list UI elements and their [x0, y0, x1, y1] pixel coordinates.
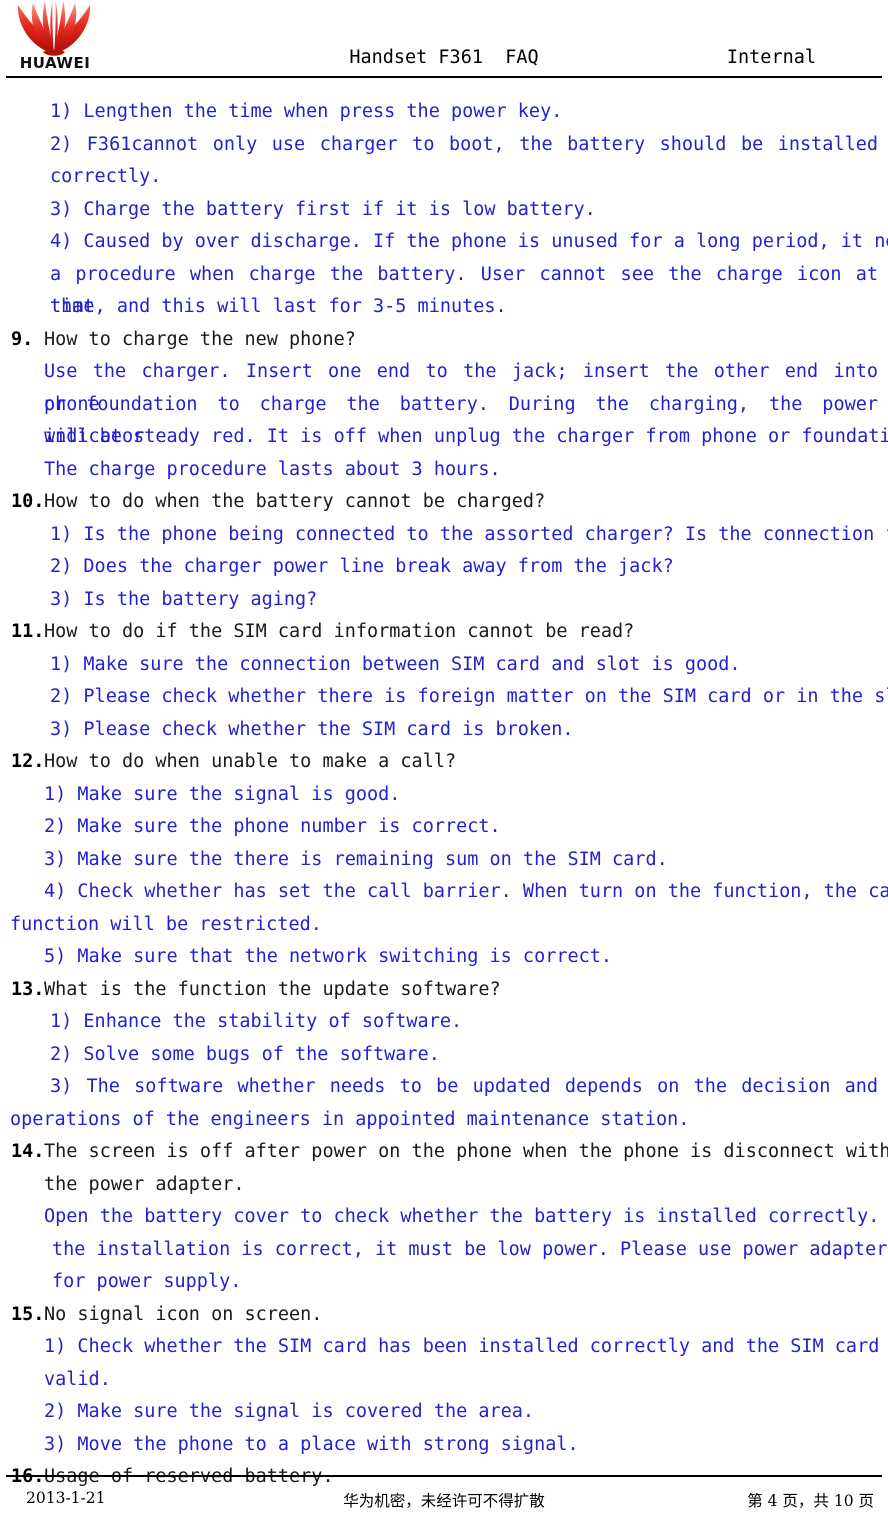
page-footer: 2013-1-21 华为机密，未经许可不得扩散 第 4 页，共 10 页	[0, 1475, 888, 1529]
continuation-line: time, and this will last for 3-5 minutes…	[50, 296, 507, 317]
faq-answer-line: 2) Please check whether there is foreign…	[50, 686, 888, 707]
faq-answer-line: 3) Is the battery aging?	[50, 588, 318, 610]
continuation-line: 4) Caused by over discharge. If the phon…	[50, 231, 888, 252]
page-header: HUAWEI Handset F361 FAQ Internal	[0, 0, 888, 82]
faq-item-10: 10.How to do when the battery cannot be …	[0, 486, 888, 519]
footer-divider	[6, 1475, 882, 1477]
faq-answer-line: 2) Make sure the phone number is correct…	[44, 816, 501, 837]
faq-item-number: 15.	[11, 1303, 45, 1325]
faq-item-question: How to do when the battery cannot be cha…	[44, 491, 546, 512]
continuation-line: 1) Lengthen the time when press the powe…	[50, 101, 563, 122]
faq-answer-line: Use the charger. Insert one end to the j…	[44, 361, 878, 415]
faq-item-11: 11.How to do if the SIM card information…	[0, 616, 888, 649]
faq-answer-line: or foundation to charge the battery. Dur…	[44, 393, 878, 448]
continuation-line: a procedure when charge the battery. Use…	[50, 263, 878, 318]
faq-item-9: 9. How to charge the new phone?	[0, 324, 888, 357]
faq-answer-line: the installation is correct, it must be …	[52, 1238, 888, 1260]
faq-answer-line: 2) Make sure the signal is covered the a…	[44, 1401, 535, 1422]
faq-item-question: How to do when unable to make a call?	[44, 751, 457, 772]
faq-item-number: 11.	[11, 621, 45, 642]
faq-item-number: 13.	[11, 978, 45, 1000]
faq-answer-line: 1) Make sure the signal is good.	[44, 783, 401, 805]
faq-answer-line: 1) Is the phone being connected to the a…	[50, 523, 888, 545]
document-body: 1) Lengthen the time when press the powe…	[0, 96, 888, 1494]
faq-answer-line: 3) The software whether needs to be upda…	[50, 1076, 878, 1097]
faq-answer-line: operations of the engineers in appointed…	[10, 1108, 690, 1130]
faq-item-question: No signal icon on screen.	[44, 1303, 323, 1325]
faq-answer-line: valid.	[44, 1368, 111, 1390]
faq-answer-line: 2) Solve some bugs of the software.	[50, 1043, 440, 1065]
continuation-line: 2) F361cannot only use charger to boot, …	[50, 133, 878, 155]
faq-answer-line: The charge procedure lasts about 3 hours…	[44, 458, 501, 480]
faq-answer-line: 2) Does the charger power line break awa…	[50, 556, 674, 577]
faq-item-number: 9.	[11, 328, 34, 350]
faq-answer-line: for power supply.	[52, 1271, 242, 1292]
faq-answer-line: 3) Please check whether the SIM card is …	[50, 718, 574, 740]
faq-item-question: The screen is off after power on the pho…	[44, 1141, 888, 1162]
faq-item-number: 14.	[11, 1141, 45, 1162]
faq-item-question: What is the function the update software…	[44, 978, 501, 1000]
continuation-line: correctly.	[50, 166, 162, 187]
continuation-line: 3) Charge the battery first if it is low…	[50, 198, 596, 220]
faq-item-13: 13.What is the function the update softw…	[0, 974, 888, 1007]
faq-answer-line: 4) Check whether has set the call barrie…	[44, 881, 888, 902]
header-classification: Internal	[726, 47, 816, 68]
faq-item-question: How to charge the new phone?	[44, 328, 356, 350]
faq-answer-line: will be steady red. It is off when unplu…	[44, 426, 888, 447]
faq-item-question: How to do if the SIM card information ca…	[44, 621, 635, 642]
faq-answer-line: 1) Make sure the connection between SIM …	[50, 653, 741, 675]
faq-answer-line: 5) Make sure that the network switching …	[44, 946, 613, 967]
header-divider	[6, 76, 882, 78]
faq-answer-line: 1) Check whether the SIM card has been i…	[44, 1336, 888, 1357]
faq-item-15: 15.No signal icon on screen.	[0, 1299, 888, 1332]
faq-answer-line: 1) Enhance the stability of software.	[50, 1011, 463, 1032]
faq-item-number: 12.	[11, 751, 45, 772]
footer-page-number: 第 4 页，共 10 页	[747, 1492, 874, 1510]
faq-answer-line: 3) Move the phone to a place with strong…	[44, 1433, 579, 1455]
faq-item-12: 12.How to do when unable to make a call?	[0, 746, 888, 779]
faq-item-number: 10.	[11, 491, 45, 512]
faq-answer-line: Open the battery cover to check whether …	[44, 1206, 888, 1227]
faq-item-14: 14.The screen is off after power on the …	[0, 1136, 888, 1169]
faq-answer-line: function will be restricted.	[10, 913, 322, 935]
faq-answer-line: the power adapter.	[44, 1173, 245, 1195]
faq-answer-line: 3) Make sure the there is remaining sum …	[44, 848, 668, 870]
